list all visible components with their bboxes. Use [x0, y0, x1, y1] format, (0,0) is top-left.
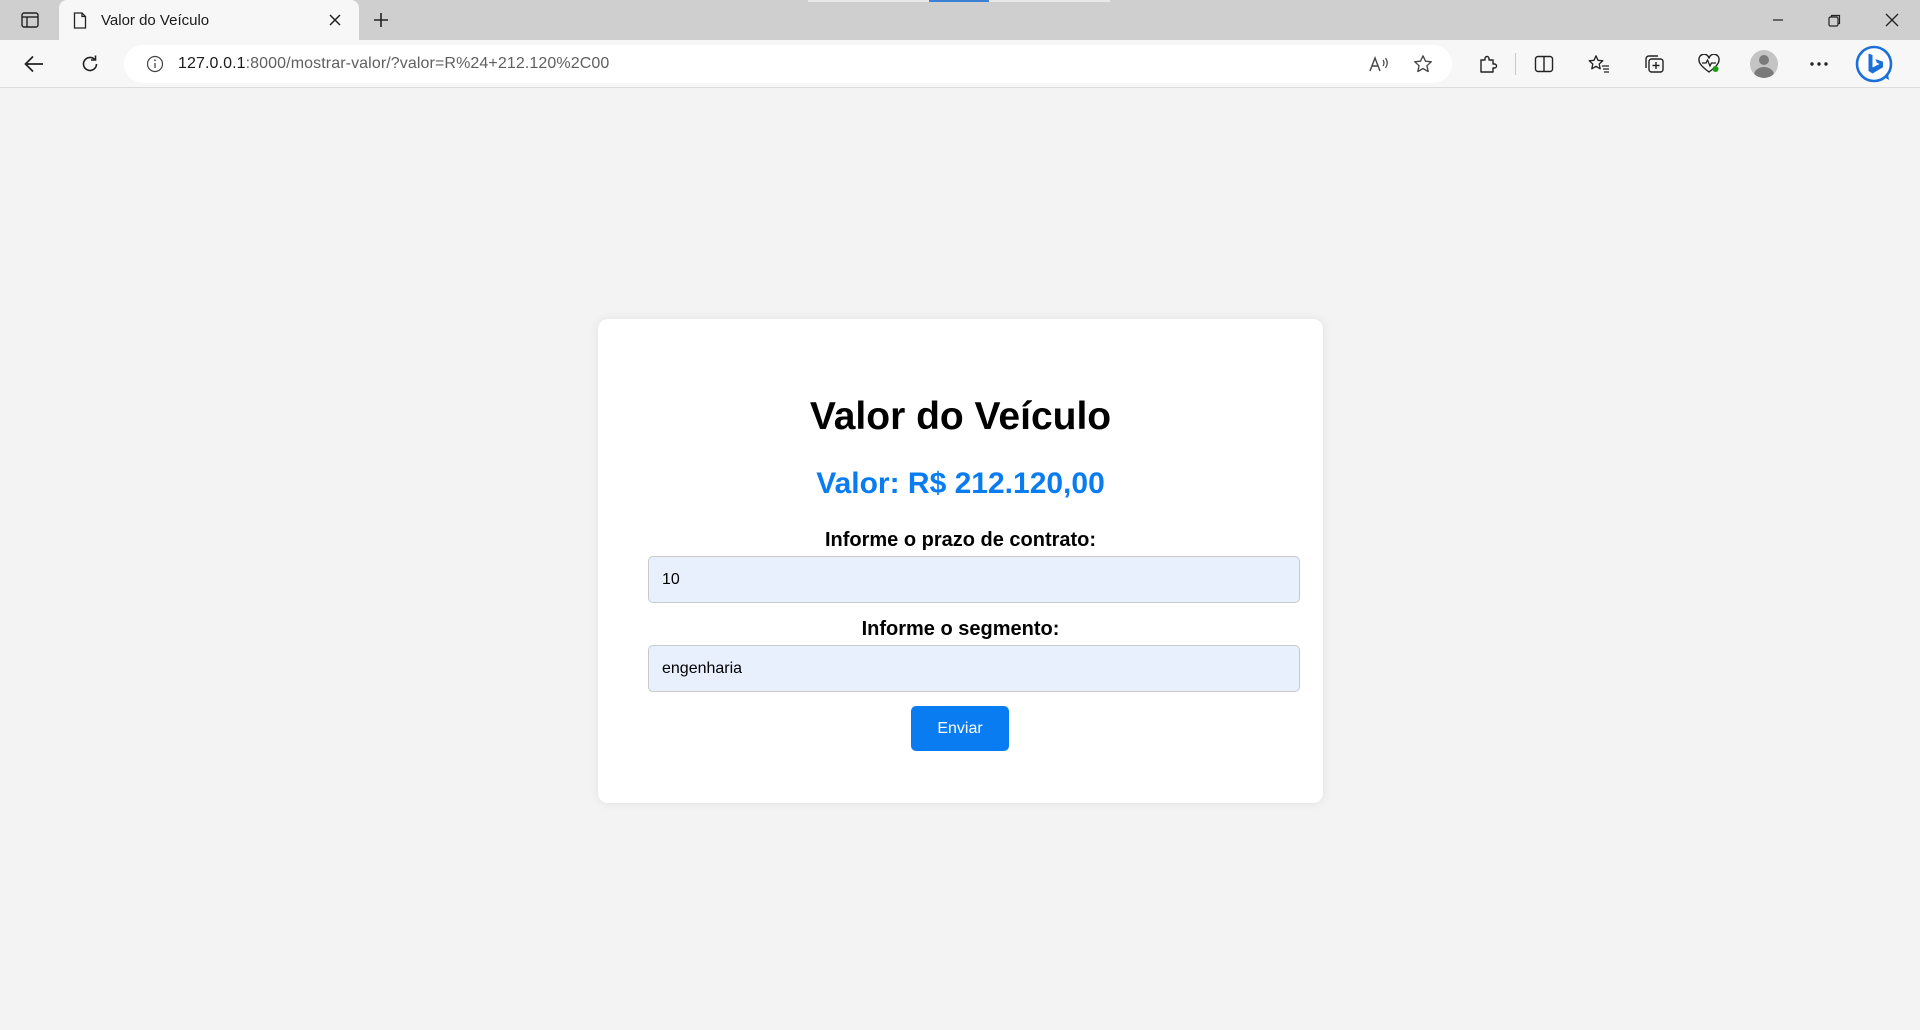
active-tab[interactable]: Valor do Veículo	[59, 0, 359, 40]
star-icon	[1414, 55, 1432, 73]
close-icon	[329, 14, 341, 26]
url-host: 127.0.0.1	[178, 55, 246, 72]
toolbar-actions	[1468, 45, 1909, 83]
minimize-icon	[1772, 19, 1783, 21]
refresh-icon	[82, 55, 98, 72]
tab-title: Valor do Veículo	[101, 11, 210, 29]
settings-and-more-button[interactable]	[1799, 46, 1839, 82]
tab-actions-icon	[21, 12, 39, 28]
puzzle-icon	[1480, 55, 1498, 73]
back-button[interactable]	[16, 48, 52, 80]
info-icon[interactable]	[146, 55, 164, 73]
segment-label: Informe o segmento:	[861, 618, 1060, 640]
close-icon	[1885, 13, 1898, 27]
profile-button[interactable]	[1744, 46, 1784, 82]
close-window-button[interactable]	[1863, 0, 1920, 40]
plus-icon	[374, 13, 388, 27]
browser-essentials-button[interactable]	[1689, 46, 1729, 82]
collections-button[interactable]	[1634, 46, 1674, 82]
tab-actions-button[interactable]	[14, 6, 46, 34]
vehicle-value-card: Valor do Veículo Valor: R$ 212.120,00 In…	[598, 319, 1323, 803]
url-text[interactable]: 127.0.0.1:8000/mostrar-valor/?valor=R%24…	[178, 55, 609, 73]
minimize-button[interactable]	[1749, 0, 1806, 40]
page-icon	[73, 11, 87, 29]
favorites-icon	[1588, 55, 1609, 73]
contract-term-label: Informe o prazo de contrato:	[824, 529, 1097, 551]
extensions-button[interactable]	[1468, 46, 1508, 82]
contract-term-input[interactable]	[648, 556, 1300, 603]
heart-pulse-icon	[1698, 54, 1720, 73]
url-path: :8000/mostrar-valor/?valor=R%24+212.120%…	[245, 55, 610, 72]
submit-button[interactable]: Enviar	[911, 706, 1009, 751]
back-arrow-icon	[24, 55, 43, 73]
refresh-button[interactable]	[72, 48, 108, 80]
toolbar-separator	[1515, 53, 1516, 75]
segment-input[interactable]	[648, 645, 1300, 692]
read-aloud-icon	[1369, 56, 1388, 72]
vehicle-value: Valor: R$ 212.120,00	[816, 467, 1105, 500]
copilot-button[interactable]	[1854, 45, 1894, 83]
split-screen-button[interactable]	[1524, 46, 1564, 82]
close-tab-button[interactable]	[323, 8, 347, 32]
browser-toolbar: 127.0.0.1:8000/mostrar-valor/?valor=R%24…	[0, 40, 1920, 88]
split-screen-icon	[1534, 55, 1554, 73]
title-bar-indicator	[929, 0, 989, 2]
address-bar-actions	[1364, 49, 1438, 79]
profile-icon	[1750, 50, 1778, 78]
page-title: Valor do Veículo	[809, 395, 1112, 438]
collections-icon	[1645, 55, 1664, 73]
window-controls	[1749, 0, 1920, 40]
add-favorite-button[interactable]	[1408, 49, 1438, 79]
bing-icon	[1855, 45, 1893, 83]
restore-button[interactable]	[1806, 0, 1863, 40]
restore-icon	[1828, 14, 1841, 27]
read-aloud-button[interactable]	[1364, 49, 1394, 79]
favorites-button[interactable]	[1579, 46, 1619, 82]
address-bar[interactable]: 127.0.0.1:8000/mostrar-valor/?valor=R%24…	[124, 45, 1452, 83]
new-tab-button[interactable]	[366, 6, 396, 34]
tab-strip: Valor do Veículo	[0, 0, 1920, 40]
more-icon	[1810, 62, 1828, 66]
page-viewport: Valor do Veículo Valor: R$ 212.120,00 In…	[0, 89, 1920, 1030]
